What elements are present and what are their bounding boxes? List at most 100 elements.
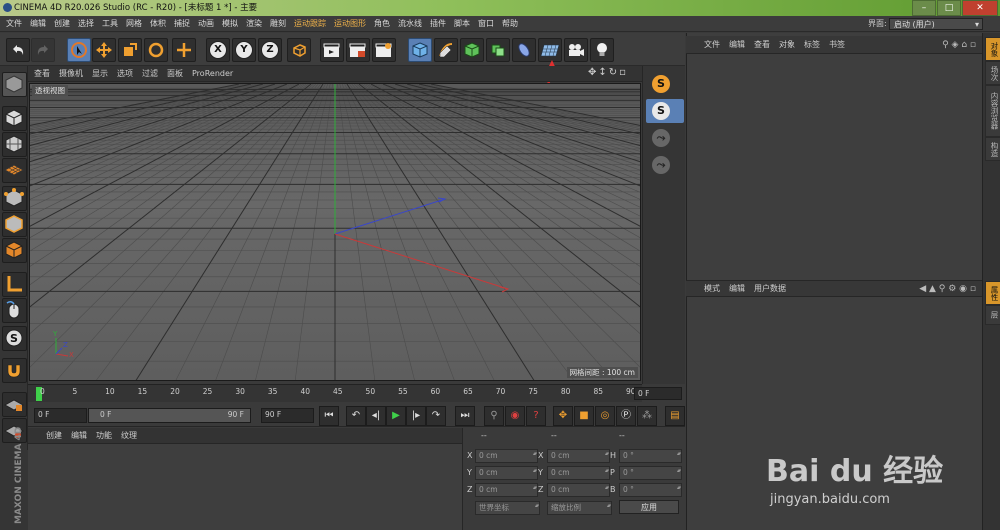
autokey-button[interactable]: ◉ xyxy=(505,406,525,426)
record-rotation-button[interactable]: ◎ xyxy=(595,406,615,426)
tab-structure[interactable]: 构造 xyxy=(985,137,1000,161)
record-pla-button[interactable]: ⁂ xyxy=(637,406,657,426)
texture-mode-button[interactable] xyxy=(2,132,27,157)
object-menu-view[interactable]: 查看 xyxy=(754,39,770,50)
menu-file[interactable]: 文件 xyxy=(6,18,22,29)
solo-mode-button[interactable]: S xyxy=(2,326,27,351)
position-y-field[interactable]: 0 cm xyxy=(475,466,538,480)
model-mode-button[interactable] xyxy=(2,106,27,131)
axis-mode-button[interactable] xyxy=(2,272,27,297)
viewport-menu-prorender[interactable]: ProRender xyxy=(192,69,233,78)
points-mode-button[interactable] xyxy=(2,186,27,211)
render-view-button[interactable] xyxy=(320,38,344,62)
rotation-b-field[interactable]: 0 ° xyxy=(619,483,682,497)
coordinate-system-button[interactable] xyxy=(287,38,311,62)
viewport-menu-display[interactable]: 显示 xyxy=(92,68,108,79)
apply-button[interactable]: 应用 xyxy=(619,500,679,514)
attribute-nav-icons[interactable]: ◀ ▲ ⚲ ⚙ ◉ ▫ xyxy=(919,284,976,294)
object-menu-tags[interactable]: 标签 xyxy=(804,39,820,50)
menu-motion-tracking[interactable]: 运动跟踪 xyxy=(294,18,326,29)
tab-layers[interactable]: 层 xyxy=(985,305,1000,325)
solo-hierarchy-button[interactable]: ⤳ xyxy=(646,126,684,150)
solo-off-button[interactable]: S xyxy=(646,72,684,96)
object-manager-search-icons[interactable]: ⚲ ◈ ⌂ ▫ xyxy=(942,40,976,50)
end-frame-field[interactable]: 90 F xyxy=(261,408,314,423)
menu-animate[interactable]: 动画 xyxy=(198,18,214,29)
record-scale-button[interactable]: ■ xyxy=(574,406,594,426)
z-axis-button[interactable]: Z xyxy=(258,38,282,62)
transform-button[interactable] xyxy=(172,38,196,62)
size-z-field[interactable]: 0 cm xyxy=(547,483,610,497)
next-frame-button[interactable]: |▸ xyxy=(406,406,426,426)
previous-frame-button[interactable]: ◂| xyxy=(366,406,386,426)
object-menu-bookmarks[interactable]: 书签 xyxy=(829,39,845,50)
layout-select[interactable]: 启动 (用户) xyxy=(889,18,983,30)
cube-object-button[interactable] xyxy=(408,38,432,62)
attribute-menu-mode[interactable]: 模式 xyxy=(704,283,720,294)
edges-mode-button[interactable] xyxy=(2,212,27,237)
tweak-mode-button[interactable] xyxy=(2,298,27,323)
previous-key-button[interactable]: ↶ xyxy=(346,406,366,426)
timeline-window-button[interactable]: ▤ xyxy=(665,406,685,426)
tab-takes[interactable]: 场次 xyxy=(985,61,1000,85)
menu-create[interactable]: 创建 xyxy=(54,18,70,29)
scale-button[interactable] xyxy=(118,38,142,62)
menu-edit[interactable]: 编辑 xyxy=(30,18,46,29)
rotation-p-field[interactable]: 0 ° xyxy=(619,466,682,480)
attribute-menu-userdata[interactable]: 用户数据 xyxy=(754,283,786,294)
menu-snap[interactable]: 捕捉 xyxy=(174,18,190,29)
close-button[interactable]: ✕ xyxy=(962,0,998,16)
viewport-menu-filter[interactable]: 过滤 xyxy=(142,68,158,79)
subdivision-surface-button[interactable] xyxy=(460,38,484,62)
go-to-end-button[interactable]: ⏭ xyxy=(455,406,475,426)
workplane-mode-button[interactable] xyxy=(2,158,27,183)
perspective-viewport[interactable]: Y X Z 透视视图 网格间距 : 100 cm xyxy=(29,83,641,381)
frame-range-slider[interactable]: 0 F 90 F xyxy=(88,408,251,423)
size-x-field[interactable]: 0 cm xyxy=(547,449,610,463)
solo-single-button[interactable]: S xyxy=(646,99,684,123)
material-menu-function[interactable]: 功能 xyxy=(96,430,112,441)
light-object-button[interactable] xyxy=(590,38,614,62)
rotate-button[interactable] xyxy=(144,38,168,62)
current-frame-field[interactable]: 0 F xyxy=(634,387,682,400)
make-editable-button[interactable] xyxy=(2,72,27,97)
menu-character[interactable]: 角色 xyxy=(374,18,390,29)
menu-window[interactable]: 窗口 xyxy=(478,18,494,29)
object-menu-objects[interactable]: 对象 xyxy=(779,39,795,50)
menu-sculpt[interactable]: 雕刻 xyxy=(270,18,286,29)
viewport-menu-view[interactable]: 查看 xyxy=(34,68,50,79)
object-menu-edit[interactable]: 编辑 xyxy=(729,39,745,50)
menu-help[interactable]: 帮助 xyxy=(502,18,518,29)
material-menu-texture[interactable]: 纹理 xyxy=(121,430,137,441)
tab-content-browser[interactable]: 内容浏览器 xyxy=(985,85,1000,137)
go-to-start-button[interactable]: ⏮ xyxy=(319,406,339,426)
render-picture-viewer-button[interactable] xyxy=(346,38,370,62)
y-axis-button[interactable]: Y xyxy=(232,38,256,62)
position-x-field[interactable]: 0 cm xyxy=(475,449,538,463)
lock-workplane-button[interactable] xyxy=(2,392,27,417)
play-button[interactable]: ▶ xyxy=(386,406,406,426)
x-axis-button[interactable]: X xyxy=(206,38,230,62)
start-frame-field[interactable]: 0 F xyxy=(34,408,87,423)
size-mode-select[interactable]: 缩放比例 xyxy=(547,501,612,515)
menu-simulate[interactable]: 模拟 xyxy=(222,18,238,29)
menu-tools[interactable]: 工具 xyxy=(102,18,118,29)
menu-volume[interactable]: 体积 xyxy=(150,18,166,29)
menu-render[interactable]: 渲染 xyxy=(246,18,262,29)
snap-button[interactable] xyxy=(2,358,27,383)
menu-pipeline[interactable]: 流水线 xyxy=(398,18,422,29)
minimize-button[interactable]: – xyxy=(912,0,936,16)
size-y-field[interactable]: 0 cm xyxy=(547,466,610,480)
maximize-button[interactable]: □ xyxy=(937,0,961,16)
menu-mograph[interactable]: 运动图形 xyxy=(334,18,366,29)
object-menu-file[interactable]: 文件 xyxy=(704,39,720,50)
viewport-menu-cameras[interactable]: 摄像机 xyxy=(59,68,83,79)
array-object-button[interactable] xyxy=(486,38,510,62)
timeline-ruler[interactable]: 0 5 10 15 20 25 30 35 40 45 50 55 60 65 70 75 80 85 90 xyxy=(28,384,642,402)
tab-objects[interactable]: 对象 xyxy=(985,37,1000,61)
viewport-nav-icons[interactable]: ✥↕↻▫ xyxy=(588,67,628,78)
menu-script[interactable]: 脚本 xyxy=(454,18,470,29)
position-z-field[interactable]: 0 cm xyxy=(475,483,538,497)
next-key-button[interactable]: ↷ xyxy=(426,406,446,426)
viewport-menu-panel[interactable]: 面板 xyxy=(167,68,183,79)
